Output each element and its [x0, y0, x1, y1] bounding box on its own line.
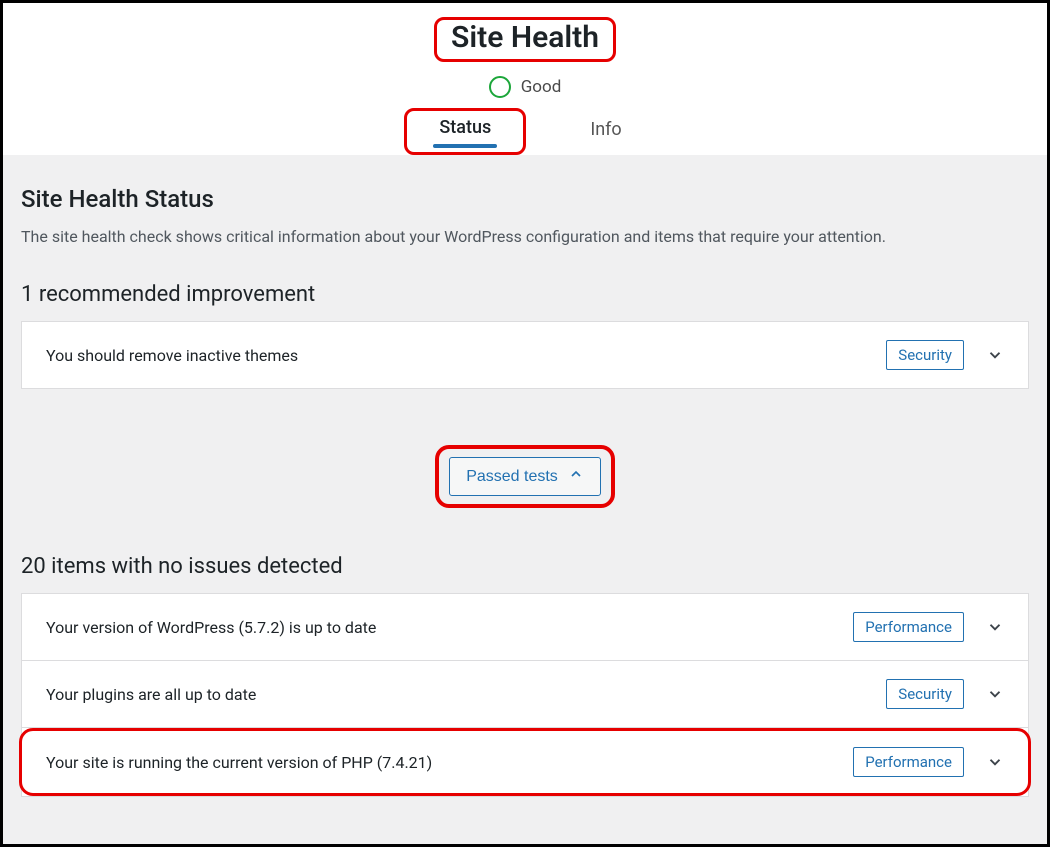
- recommended-item-label: You should remove inactive themes: [46, 346, 886, 365]
- passed-item-label: Your plugins are all up to date: [46, 685, 886, 704]
- tabs-nav: Status Info: [3, 108, 1047, 155]
- passed-item[interactable]: Your plugins are all up to date Security: [22, 661, 1028, 728]
- status-label: Good: [521, 77, 562, 97]
- chevron-up-icon: [568, 466, 584, 487]
- recommended-item[interactable]: You should remove inactive themes Securi…: [22, 322, 1028, 388]
- health-status-indicator: Good: [3, 76, 1047, 98]
- status-section-description: The site health check shows critical inf…: [21, 227, 1029, 246]
- chevron-down-icon: [986, 685, 1004, 703]
- tab-status-label: Status: [433, 117, 497, 138]
- page-title: Site Health: [451, 20, 599, 55]
- performance-badge: Performance: [853, 747, 964, 777]
- security-badge: Security: [886, 340, 964, 370]
- chevron-down-icon: [986, 618, 1004, 636]
- tab-status-highlight: Status: [404, 108, 526, 155]
- passed-item[interactable]: Your site is running the current version…: [22, 731, 1028, 793]
- php-row-highlight: Your site is running the current version…: [19, 728, 1031, 796]
- passed-list: Your version of WordPress (5.7.2) is up …: [21, 593, 1029, 797]
- tab-status[interactable]: Status: [433, 117, 497, 148]
- status-circle-icon: [489, 76, 511, 98]
- status-section-heading: Site Health Status: [21, 185, 1029, 213]
- performance-badge: Performance: [853, 612, 964, 642]
- passed-heading: 20 items with no issues detected: [21, 554, 1029, 579]
- chevron-down-icon: [986, 346, 1004, 364]
- recommended-list: You should remove inactive themes Securi…: [21, 321, 1029, 389]
- chevron-down-icon: [986, 753, 1004, 771]
- passed-item[interactable]: Your version of WordPress (5.7.2) is up …: [22, 594, 1028, 661]
- passed-tests-label: Passed tests: [466, 468, 558, 486]
- security-badge: Security: [886, 679, 964, 709]
- passed-tests-highlight: Passed tests: [435, 445, 615, 508]
- tab-active-underline: [433, 144, 497, 148]
- passed-tests-toggle[interactable]: Passed tests: [449, 457, 601, 496]
- tab-info-label: Info: [590, 119, 621, 140]
- passed-item-label: Your version of WordPress (5.7.2) is up …: [46, 618, 853, 637]
- passed-item-label: Your site is running the current version…: [46, 753, 853, 772]
- page-title-highlight: Site Health: [434, 17, 616, 62]
- recommended-heading: 1 recommended improvement: [21, 282, 1029, 307]
- tab-info[interactable]: Info: [566, 111, 645, 152]
